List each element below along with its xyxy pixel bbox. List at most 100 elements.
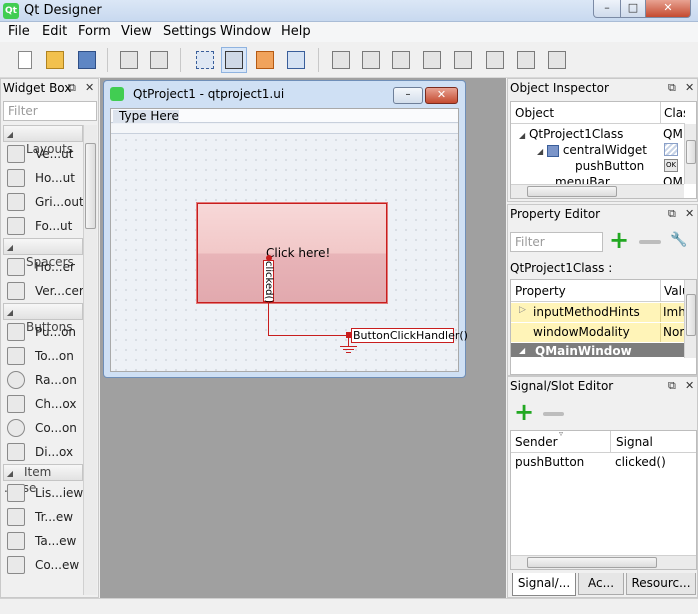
column-object[interactable]: Object bbox=[511, 102, 661, 124]
tree-row-mainwindow[interactable]: ◢ QtProject1Class bbox=[519, 126, 623, 142]
widget-tree-view[interactable]: Tr...ew bbox=[3, 505, 83, 529]
signal-label[interactable]: clicked() bbox=[263, 260, 274, 303]
layout-form-icon[interactable] bbox=[482, 47, 508, 73]
layout-v-splitter-icon[interactable] bbox=[419, 47, 445, 73]
edit-tab-order-icon[interactable] bbox=[283, 47, 309, 73]
add-connection-icon[interactable]: + bbox=[513, 400, 535, 424]
close-dock-icon[interactable]: ✕ bbox=[685, 379, 694, 392]
form-close-button[interactable]: ✕ bbox=[425, 87, 458, 104]
widget-table-view[interactable]: Ta...ew bbox=[3, 529, 83, 553]
form-canvas[interactable]: Type Here Click here! clicked() ButtonCl… bbox=[110, 108, 468, 372]
expand-arrow-icon: ▷ bbox=[519, 305, 526, 315]
layout-horizontal-icon[interactable] bbox=[328, 47, 354, 73]
tab-signal-slot[interactable]: Signal/... bbox=[512, 573, 576, 596]
remove-connection-icon[interactable] bbox=[543, 412, 564, 416]
widget-tool-button[interactable]: To...on bbox=[3, 344, 83, 368]
tree-row-centralwidget[interactable]: ◢ centralWidget bbox=[537, 142, 647, 158]
edit-buddies-icon[interactable] bbox=[252, 47, 278, 73]
float-dock-icon[interactable]: ⧉ bbox=[68, 81, 76, 95]
category-layouts[interactable]: ◢Layouts bbox=[3, 125, 83, 156]
object-tree-vscroll[interactable] bbox=[684, 124, 696, 184]
scrollbar-thumb[interactable] bbox=[85, 143, 96, 229]
connection-line-vertical bbox=[268, 302, 269, 335]
widget-horizontal-layout[interactable]: Ho...ut bbox=[3, 166, 83, 190]
menu-help[interactable]: Help bbox=[281, 24, 311, 39]
column-value[interactable]: Value bbox=[661, 280, 685, 302]
column-property[interactable]: Property bbox=[511, 280, 661, 302]
widget-form-layout[interactable]: Fo...ut bbox=[3, 214, 83, 238]
form-minimize-button[interactable]: – bbox=[393, 87, 423, 104]
column-signal[interactable]: Signal bbox=[611, 431, 696, 453]
property-table-vscroll[interactable] bbox=[684, 280, 696, 358]
widget-list-view[interactable]: Lis...iew bbox=[3, 481, 83, 505]
menu-view[interactable]: View bbox=[121, 24, 152, 39]
category-buttons[interactable]: ◢Buttons bbox=[3, 303, 83, 334]
column-class[interactable]: Class bbox=[661, 102, 685, 124]
slot-label[interactable]: ButtonClickHandler() bbox=[351, 328, 468, 343]
object-tree-hscroll[interactable] bbox=[511, 184, 684, 198]
scrollbar-thumb[interactable] bbox=[686, 140, 696, 164]
category-spacers[interactable]: ◢Spacers bbox=[3, 238, 83, 269]
ground-stem bbox=[348, 336, 349, 346]
remove-property-icon[interactable] bbox=[639, 240, 661, 244]
menu-form[interactable]: Form bbox=[78, 24, 111, 39]
edit-widgets-icon[interactable] bbox=[192, 47, 218, 73]
connection-table-hscroll[interactable] bbox=[511, 555, 696, 569]
adjust-size-icon[interactable] bbox=[544, 47, 570, 73]
property-section-qmainwindow[interactable]: ◢ QMainWindow bbox=[511, 343, 685, 357]
open-form-icon[interactable] bbox=[42, 47, 68, 73]
tab-resource-browser[interactable]: Resourc... bbox=[626, 573, 696, 595]
send-to-back-icon[interactable] bbox=[116, 47, 142, 73]
property-filter-input[interactable]: Filter bbox=[510, 232, 603, 252]
widget-filter-input[interactable]: Filter bbox=[3, 101, 97, 121]
close-dock-icon[interactable]: ✕ bbox=[85, 81, 94, 94]
close-button[interactable]: ✕ bbox=[645, 0, 691, 18]
collapse-arrow-icon: ◢ bbox=[6, 130, 14, 139]
maximize-button[interactable]: □ bbox=[620, 0, 646, 18]
edit-signals-slots-icon[interactable] bbox=[221, 47, 247, 73]
sender-cell[interactable]: pushButton bbox=[515, 455, 584, 469]
scrollbar-thumb[interactable] bbox=[527, 186, 617, 197]
horizontal-spacer-icon bbox=[7, 258, 25, 276]
property-row-windowmodality[interactable]: windowModality Nor bbox=[511, 323, 685, 342]
add-property-icon[interactable]: + bbox=[608, 228, 630, 252]
category-item-views[interactable]: ◢Item ...ase bbox=[3, 464, 83, 495]
close-dock-icon[interactable]: ✕ bbox=[685, 81, 694, 94]
widget-icon bbox=[546, 144, 559, 157]
new-form-icon[interactable] bbox=[12, 47, 38, 73]
float-dock-icon[interactable]: ⧉ bbox=[668, 81, 676, 95]
push-button-widget[interactable]: Click here! bbox=[197, 203, 387, 303]
minimize-button[interactable]: – bbox=[593, 0, 621, 18]
scrollbar-thumb[interactable] bbox=[686, 294, 696, 336]
column-divider bbox=[660, 303, 661, 322]
layout-grid-icon[interactable] bbox=[450, 47, 476, 73]
signal-cell[interactable]: clicked() bbox=[615, 455, 666, 469]
menu-file[interactable]: File bbox=[8, 24, 30, 39]
menu-edit[interactable]: Edit bbox=[42, 24, 67, 39]
menu-settings[interactable]: Settings bbox=[163, 24, 216, 39]
close-dock-icon[interactable]: ✕ bbox=[685, 207, 694, 220]
widget-radio-button[interactable]: Ra...on bbox=[3, 368, 83, 392]
widget-check-box[interactable]: Ch...ox bbox=[3, 392, 83, 416]
widget-box-scrollbar[interactable] bbox=[83, 125, 97, 595]
tree-row-pushbutton[interactable]: pushButton bbox=[575, 158, 644, 174]
layout-vertical-icon[interactable] bbox=[358, 47, 384, 73]
tab-action-editor[interactable]: Ac... bbox=[578, 573, 624, 595]
widget-dialog-button-box[interactable]: Di...ox bbox=[3, 440, 83, 464]
configure-wrench-icon[interactable]: 🔧 bbox=[670, 232, 690, 252]
layout-h-splitter-icon[interactable] bbox=[388, 47, 414, 73]
float-dock-icon[interactable]: ⧉ bbox=[668, 207, 676, 221]
menu-window[interactable]: Window bbox=[220, 24, 271, 39]
property-row-inputmethodhints[interactable]: ▷ inputMethodHints Imh bbox=[511, 303, 686, 322]
float-dock-icon[interactable]: ⧉ bbox=[668, 379, 676, 393]
widget-command-link[interactable]: Co...on bbox=[3, 416, 83, 440]
save-form-icon[interactable] bbox=[74, 47, 100, 73]
list-view-icon bbox=[7, 484, 25, 502]
bring-to-front-icon[interactable] bbox=[146, 47, 172, 73]
widget-vertical-spacer[interactable]: Ver...cer bbox=[3, 279, 83, 303]
scrollbar-thumb[interactable] bbox=[527, 557, 657, 568]
widget-grid-layout[interactable]: Gri...out bbox=[3, 190, 83, 214]
break-layout-icon[interactable] bbox=[513, 47, 539, 73]
widget-column-view[interactable]: Co...ew bbox=[3, 553, 83, 577]
type-here-menu[interactable]: Type Here bbox=[113, 110, 179, 123]
